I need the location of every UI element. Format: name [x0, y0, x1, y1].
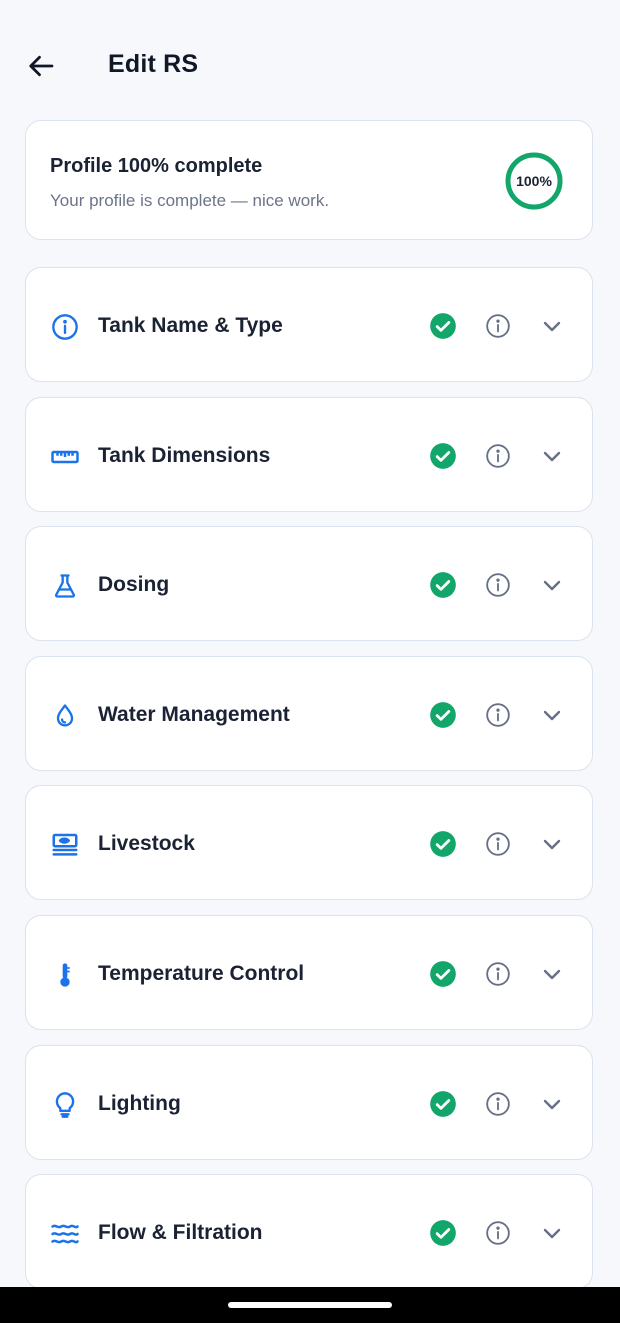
chevron-down-icon[interactable]	[540, 573, 564, 597]
complete-check-icon	[429, 830, 457, 858]
complete-check-icon	[429, 1090, 457, 1118]
info-icon[interactable]	[485, 443, 511, 469]
section-dosing[interactable]: Dosing	[25, 526, 593, 642]
info-circle-icon	[50, 312, 80, 342]
chevron-down-icon[interactable]	[540, 962, 564, 986]
complete-check-icon	[429, 442, 457, 470]
ruler-icon	[50, 442, 80, 472]
chevron-down-icon[interactable]	[540, 314, 564, 338]
section-lighting[interactable]: Lighting	[25, 1044, 593, 1160]
water-drop-icon	[50, 701, 80, 731]
info-icon[interactable]	[485, 702, 511, 728]
complete-check-icon	[429, 312, 457, 340]
thermometer-icon	[50, 960, 80, 990]
info-icon[interactable]	[485, 1091, 511, 1117]
fish-tank-icon	[50, 830, 80, 860]
section-label: Flow & Filtration	[98, 1221, 263, 1245]
chevron-down-icon[interactable]	[540, 703, 564, 727]
chevron-down-icon[interactable]	[540, 1092, 564, 1116]
info-icon[interactable]	[485, 831, 511, 857]
profile-completion-title: Profile 100% complete	[50, 155, 263, 177]
section-tank-dimensions[interactable]: Tank Dimensions	[25, 396, 593, 512]
chevron-down-icon[interactable]	[540, 444, 564, 468]
profile-completion-subtitle: Your profile is complete — nice work.	[50, 191, 330, 210]
complete-check-icon	[429, 960, 457, 988]
arrow-left-icon	[29, 55, 54, 77]
complete-check-icon	[429, 701, 457, 729]
section-flow-and-filtration[interactable]: Flow & Filtration	[25, 1174, 593, 1290]
section-label: Tank Dimensions	[98, 443, 271, 467]
chevron-down-icon[interactable]	[540, 832, 564, 856]
section-label: Dosing	[98, 573, 170, 597]
section-label: Livestock	[98, 832, 195, 856]
app-header: Edit RS	[0, 0, 620, 132]
profile-completion-card: Profile 100% complete Your profile is co…	[25, 120, 593, 240]
page-title: Edit RS	[108, 50, 199, 78]
progress-percent-label: 100%	[516, 173, 552, 189]
home-gesture-handle[interactable]	[228, 1302, 392, 1308]
system-navigation-bar	[0, 1287, 620, 1323]
waves-icon	[50, 1219, 80, 1249]
info-icon[interactable]	[485, 572, 511, 598]
section-temperature-control[interactable]: Temperature Control	[25, 915, 593, 1030]
section-tank-name-and-type[interactable]: Tank Name & Type	[25, 267, 593, 382]
info-icon[interactable]	[485, 1220, 511, 1246]
back-button[interactable]	[22, 46, 62, 86]
section-label: Temperature Control	[98, 962, 305, 985]
info-icon[interactable]	[485, 313, 511, 339]
section-label: Lighting	[98, 1091, 181, 1115]
section-label: Water Management	[98, 702, 290, 726]
section-label: Tank Name & Type	[98, 314, 283, 337]
complete-check-icon	[429, 571, 457, 599]
flask-icon	[50, 571, 80, 601]
section-livestock[interactable]: Livestock	[25, 785, 593, 901]
section-water-management[interactable]: Water Management	[25, 655, 593, 771]
complete-check-icon	[429, 1219, 457, 1247]
chevron-down-icon[interactable]	[540, 1221, 564, 1245]
lightbulb-icon	[50, 1090, 80, 1120]
info-icon[interactable]	[485, 961, 511, 987]
